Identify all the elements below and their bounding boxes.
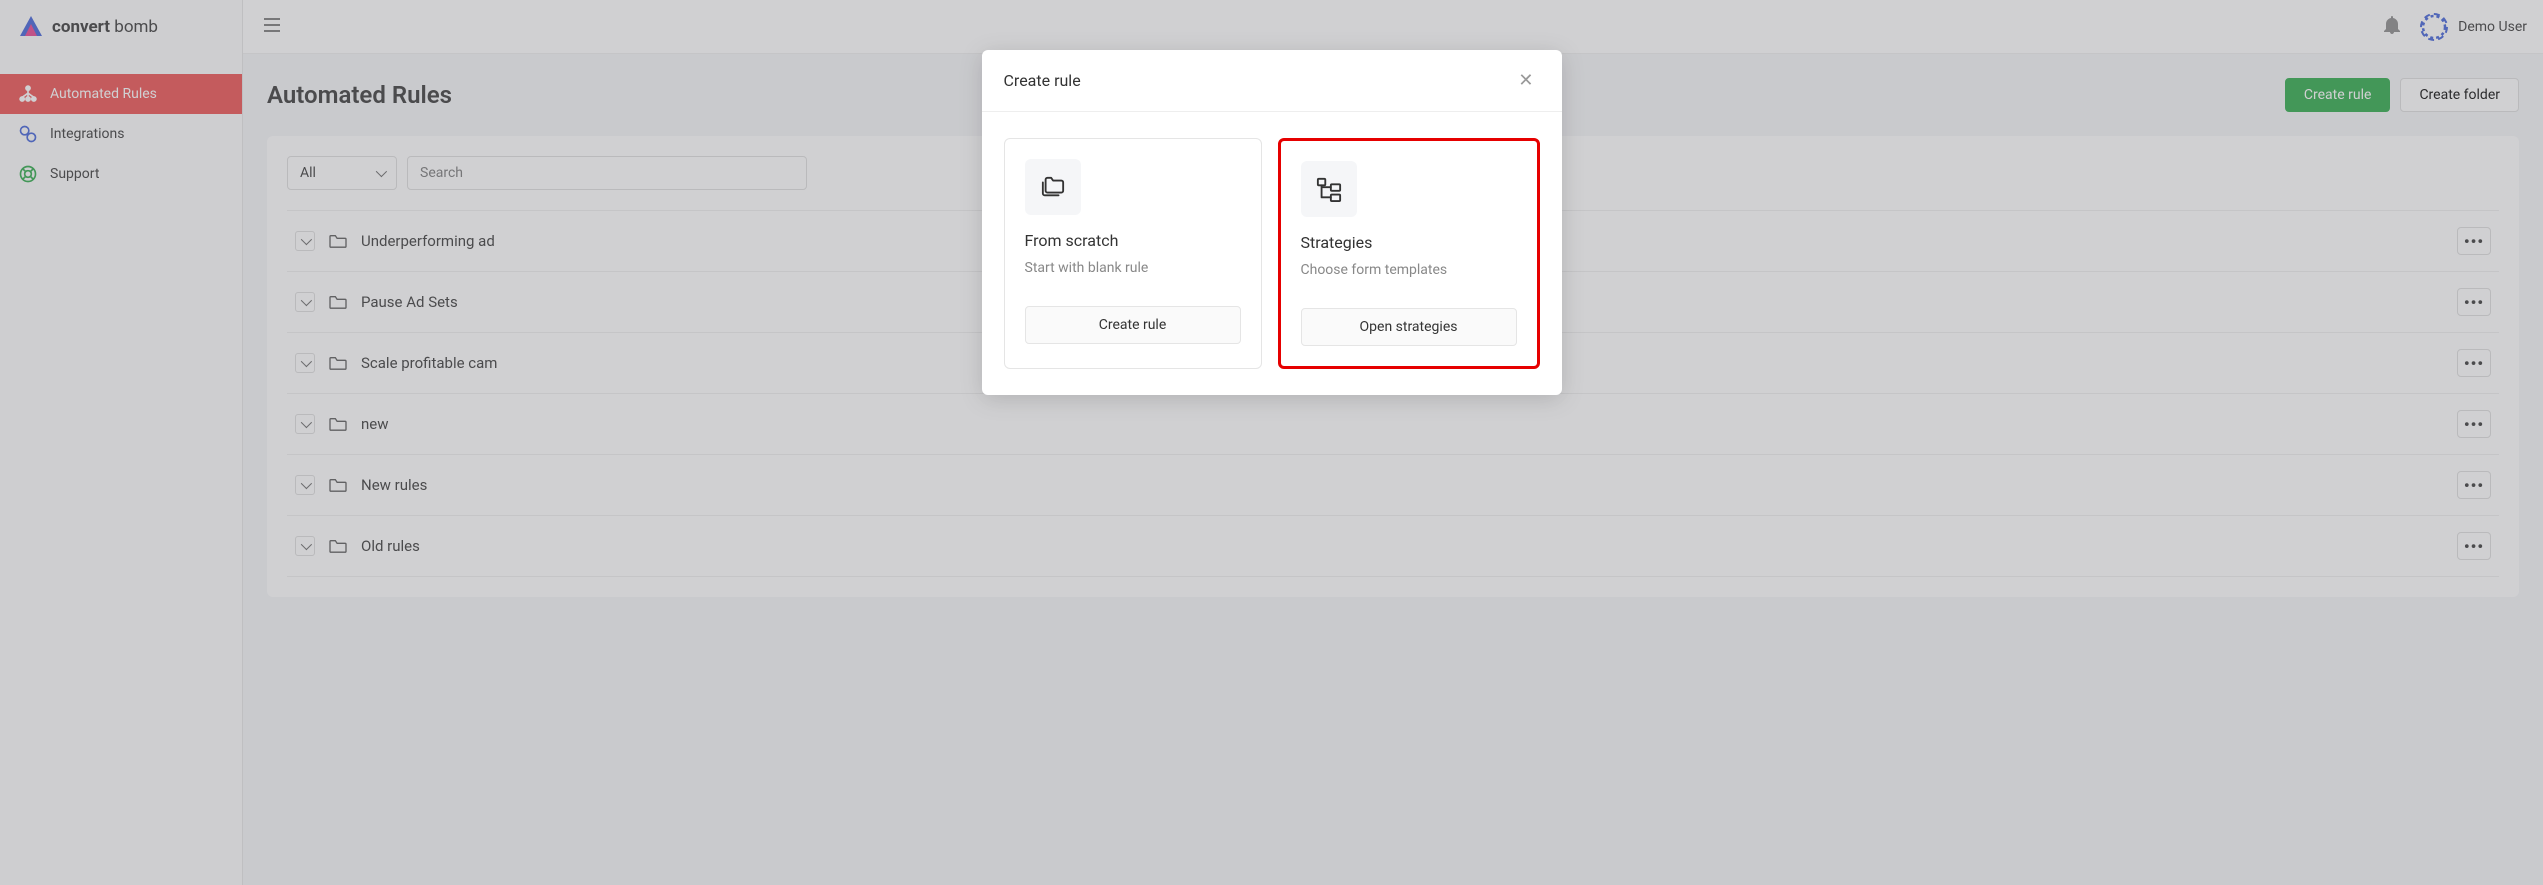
option-title: From scratch	[1025, 231, 1241, 250]
option-title: Strategies	[1301, 233, 1517, 252]
option-strategies[interactable]: Strategies Choose form templates Open st…	[1278, 138, 1540, 369]
create-rule-modal: Create rule ✕ From scratch Start with bl…	[982, 50, 1562, 395]
option-subtitle: Start with blank rule	[1025, 260, 1241, 276]
modal-close-button[interactable]: ✕	[1512, 68, 1539, 93]
option-subtitle: Choose form templates	[1301, 262, 1517, 278]
strategies-icon-box	[1301, 161, 1357, 217]
folders-icon	[1039, 175, 1067, 199]
modal-title: Create rule	[1004, 71, 1081, 90]
modal-overlay[interactable]: Create rule ✕ From scratch Start with bl…	[0, 0, 2543, 885]
create-rule-option-button[interactable]: Create rule	[1025, 306, 1241, 344]
open-strategies-button[interactable]: Open strategies	[1301, 308, 1517, 346]
scratch-icon-box	[1025, 159, 1081, 215]
close-icon: ✕	[1518, 70, 1533, 91]
option-from-scratch[interactable]: From scratch Start with blank rule Creat…	[1004, 138, 1262, 369]
tree-icon	[1315, 176, 1343, 202]
